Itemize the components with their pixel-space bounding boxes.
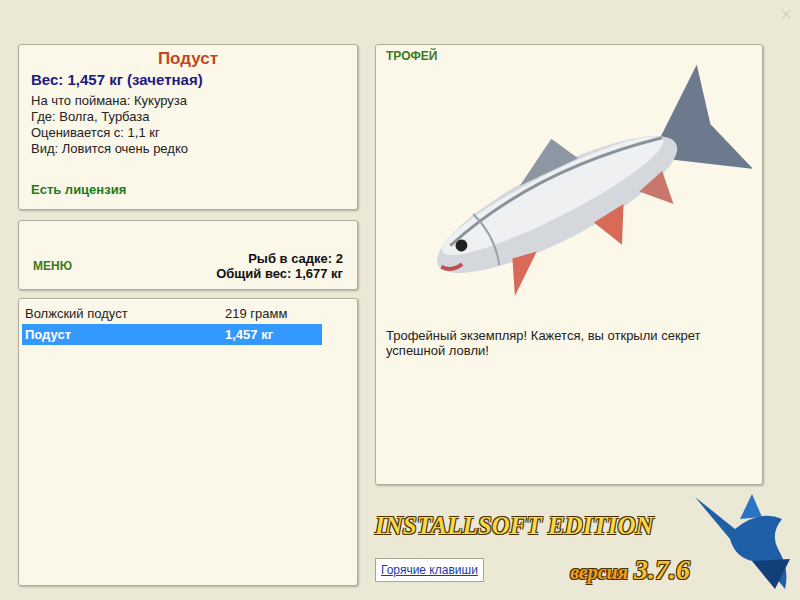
left-column: ПодустВес: 1,457 кг (зачетная) На что пой… [18, 44, 358, 600]
fish-detail: Оценивается с: 1,1 кг [31, 125, 345, 141]
logo-title: INSTALLSOFT EDITION [375, 509, 690, 543]
fish-detail: Вид: Ловится очень редко [31, 141, 345, 157]
fish-detail: Где: Волга, Турбаза [31, 109, 345, 125]
close-button[interactable]: × [780, 4, 792, 24]
fish-count: Рыб в садке: 2 [248, 251, 343, 266]
trophy-label: ТРОФЕЙ [386, 47, 752, 65]
bottom-bar: INSTALLSOFT EDITION Горячие клавиши версия… [375, 489, 800, 594]
catch-row[interactable]: Волжский подуст219 грамм [22, 303, 322, 324]
menu-panel: МЕНЮ Рыб в садке: 2Общий вес: 1,677 кг [18, 220, 358, 290]
trophy-message: Трофейный экземпляр! Кажется, вы открыли… [386, 328, 752, 358]
version-label: версия [570, 557, 628, 587]
catch-list: Волжский подуст219 граммПодуст1,457 кг [18, 298, 358, 586]
fish-detail: На что поймана: Кукуруза [31, 93, 345, 109]
fish-weight: Вес: 1,457 кг (зачетная) [31, 70, 345, 90]
trophy-panel: ТРОФЕЙ Трофейный экземпляр! Кажется, вы о… [375, 44, 763, 485]
version-number: 3.7.6 [634, 549, 690, 591]
fish-icon [386, 65, 752, 315]
marlin-icon [690, 489, 800, 594]
hotkeys-button[interactable]: Горячие клавиши [375, 558, 484, 582]
fish-name: Подуст [31, 49, 345, 69]
right-column: ТРОФЕЙ Трофейный экземпляр! Кажется, вы о… [375, 44, 800, 600]
license-label: Есть лицензия [31, 180, 345, 200]
menu-button[interactable]: МЕНЮ [33, 257, 72, 275]
game-window: × ПодустВес: 1,457 кг (зачетная) На что по… [0, 0, 800, 600]
fish-info-panel: ПодустВес: 1,457 кг (зачетная) На что пой… [18, 44, 358, 210]
total-weight: Общий вес: 1,677 кг [216, 266, 343, 281]
catch-row[interactable]: Подуст1,457 кг [22, 324, 322, 345]
